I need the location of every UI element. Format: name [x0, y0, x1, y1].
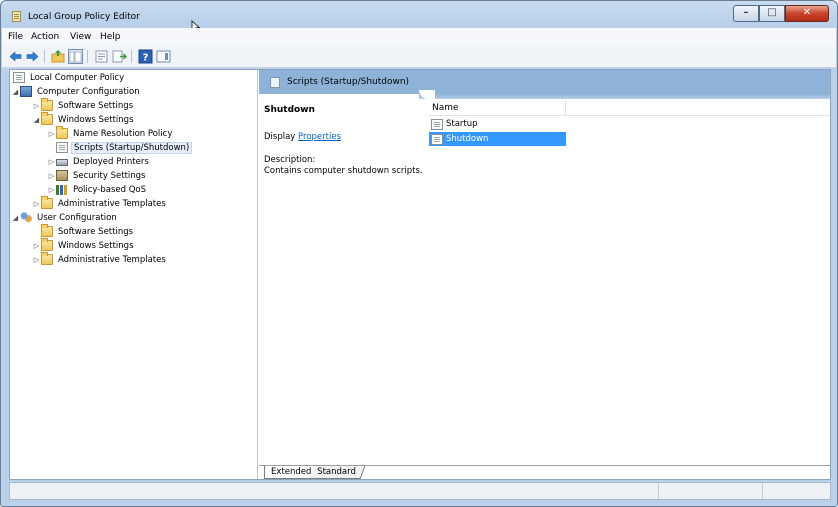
tree-node-security-settings[interactable]: ▷ Security Settings	[47, 169, 147, 182]
expand-arrow-icon[interactable]: ▷	[32, 200, 41, 208]
up-folder-icon[interactable]	[51, 49, 66, 64]
description-label: Description:	[264, 155, 316, 165]
folder-icon	[41, 196, 53, 209]
details-pane: Scripts (Startup/Shutdown) Shutdown Disp…	[259, 70, 830, 479]
tree-node-policy-based-qos[interactable]: ▷ Policy-based QoS	[47, 183, 148, 196]
minimize-icon: –	[743, 7, 749, 18]
show-hide-tree-icon[interactable]	[68, 49, 83, 64]
title-bar[interactable]: Local Group Policy Editor – □ ✕	[1, 1, 837, 34]
close-button[interactable]: ✕	[785, 5, 829, 22]
forward-icon[interactable]	[25, 49, 40, 64]
minimize-button[interactable]: –	[733, 5, 759, 22]
list-header: Name	[429, 99, 830, 116]
menu-action[interactable]: Action	[31, 32, 59, 42]
console-client-area: Local Computer Policy ◢ Computer Configu…	[9, 69, 831, 480]
expand-arrow-icon[interactable]: ▷	[47, 130, 56, 138]
policy-document-icon	[13, 72, 25, 83]
menu-view[interactable]: View	[70, 32, 91, 42]
folder-icon	[41, 112, 53, 125]
description-text: Contains computer shutdown scripts.	[264, 166, 423, 176]
tree-node-computer-configuration[interactable]: ◢ Computer Configuration	[11, 85, 142, 98]
collapse-arrow-icon[interactable]: ◢	[11, 88, 20, 96]
tree-node-scripts[interactable]: Scripts (Startup/Shutdown)	[47, 141, 193, 154]
menu-bar: File Action View Help	[2, 28, 836, 46]
folder-icon	[41, 238, 53, 251]
group-policy-icon	[12, 11, 21, 22]
toolbar-separator	[44, 50, 45, 63]
maximize-icon: □	[767, 7, 777, 18]
tree-pane[interactable]: Local Computer Policy ◢ Computer Configu…	[10, 70, 258, 479]
expand-arrow-icon[interactable]: ▷	[32, 242, 41, 250]
extended-item-title: Shutdown	[264, 105, 315, 115]
script-icon	[431, 118, 443, 130]
tree-node-cc-windows-settings[interactable]: ◢ Windows Settings	[32, 112, 136, 126]
tree-node-uc-windows-settings[interactable]: ▷ Windows Settings	[32, 238, 136, 252]
computer-icon	[20, 86, 32, 97]
properties-link[interactable]: Properties	[298, 132, 341, 142]
expand-arrow-icon[interactable]: ▷	[47, 186, 56, 194]
expand-arrow-icon[interactable]: ▷	[32, 102, 41, 110]
script-icon	[431, 133, 443, 145]
window-controls: – □ ✕	[733, 5, 829, 22]
view-tabs: Extended Standard	[259, 465, 830, 479]
qos-chart-icon	[56, 184, 68, 195]
expand-arrow-icon[interactable]: ▷	[32, 256, 41, 264]
folder-icon	[41, 252, 53, 265]
svg-text:?: ?	[143, 53, 149, 64]
tree-node-name-resolution-policy[interactable]: ▷ Name Resolution Policy	[47, 126, 174, 140]
menu-file[interactable]: File	[8, 32, 23, 42]
properties-icon[interactable]	[94, 49, 109, 64]
items-list[interactable]: Name Startup Shutdown	[429, 99, 830, 449]
status-bar	[9, 482, 831, 500]
window-title: Local Group Policy Editor	[28, 12, 140, 22]
toolbar-separator	[87, 50, 88, 63]
expand-arrow-icon[interactable]: ▷	[47, 158, 56, 166]
security-settings-icon	[56, 170, 68, 181]
folder-icon	[41, 224, 53, 237]
maximize-button[interactable]: □	[759, 5, 785, 22]
back-icon[interactable]	[8, 49, 23, 64]
tree-node-deployed-printers[interactable]: ▷ Deployed Printers	[47, 155, 151, 168]
column-header-name[interactable]: Name	[429, 99, 566, 116]
scripts-icon	[56, 142, 68, 153]
display-properties: Display Properties	[264, 132, 341, 142]
tree-node-cc-software-settings[interactable]: ▷ Software Settings	[32, 98, 135, 112]
details-header: Scripts (Startup/Shutdown)	[259, 70, 830, 94]
tree-node-user-configuration[interactable]: ◢ User Configuration	[11, 211, 119, 224]
list-item-shutdown[interactable]: Shutdown	[429, 132, 566, 146]
users-icon	[20, 212, 32, 223]
collapse-arrow-icon[interactable]: ◢	[11, 214, 20, 222]
tree-node-uc-administrative-templates[interactable]: ▷ Administrative Templates	[32, 252, 168, 266]
export-list-icon[interactable]	[112, 49, 127, 64]
toolbar: ?	[2, 46, 836, 68]
scripts-icon	[270, 77, 280, 88]
tree-node-local-computer-policy[interactable]: Local Computer Policy	[13, 71, 126, 84]
tree-node-uc-software-settings[interactable]: Software Settings	[32, 224, 135, 238]
display-label: Display	[264, 132, 296, 142]
folder-icon	[56, 126, 68, 139]
tree-node-cc-administrative-templates[interactable]: ▷ Administrative Templates	[32, 196, 168, 210]
printer-icon	[56, 159, 68, 166]
collapse-arrow-icon[interactable]: ◢	[32, 116, 41, 124]
tab-standard[interactable]: Standard	[308, 466, 366, 479]
show-action-pane-icon[interactable]	[156, 49, 171, 64]
list-item-startup[interactable]: Startup	[429, 117, 566, 131]
app-window: Local Group Policy Editor – □ ✕ File Act…	[0, 0, 838, 507]
folder-icon	[41, 98, 53, 111]
help-icon[interactable]: ?	[138, 49, 153, 64]
menu-help[interactable]: Help	[100, 32, 121, 42]
expand-arrow-icon[interactable]: ▷	[47, 172, 56, 180]
close-icon: ✕	[802, 7, 812, 18]
toolbar-separator	[131, 50, 132, 63]
details-header-title: Scripts (Startup/Shutdown)	[287, 77, 410, 87]
